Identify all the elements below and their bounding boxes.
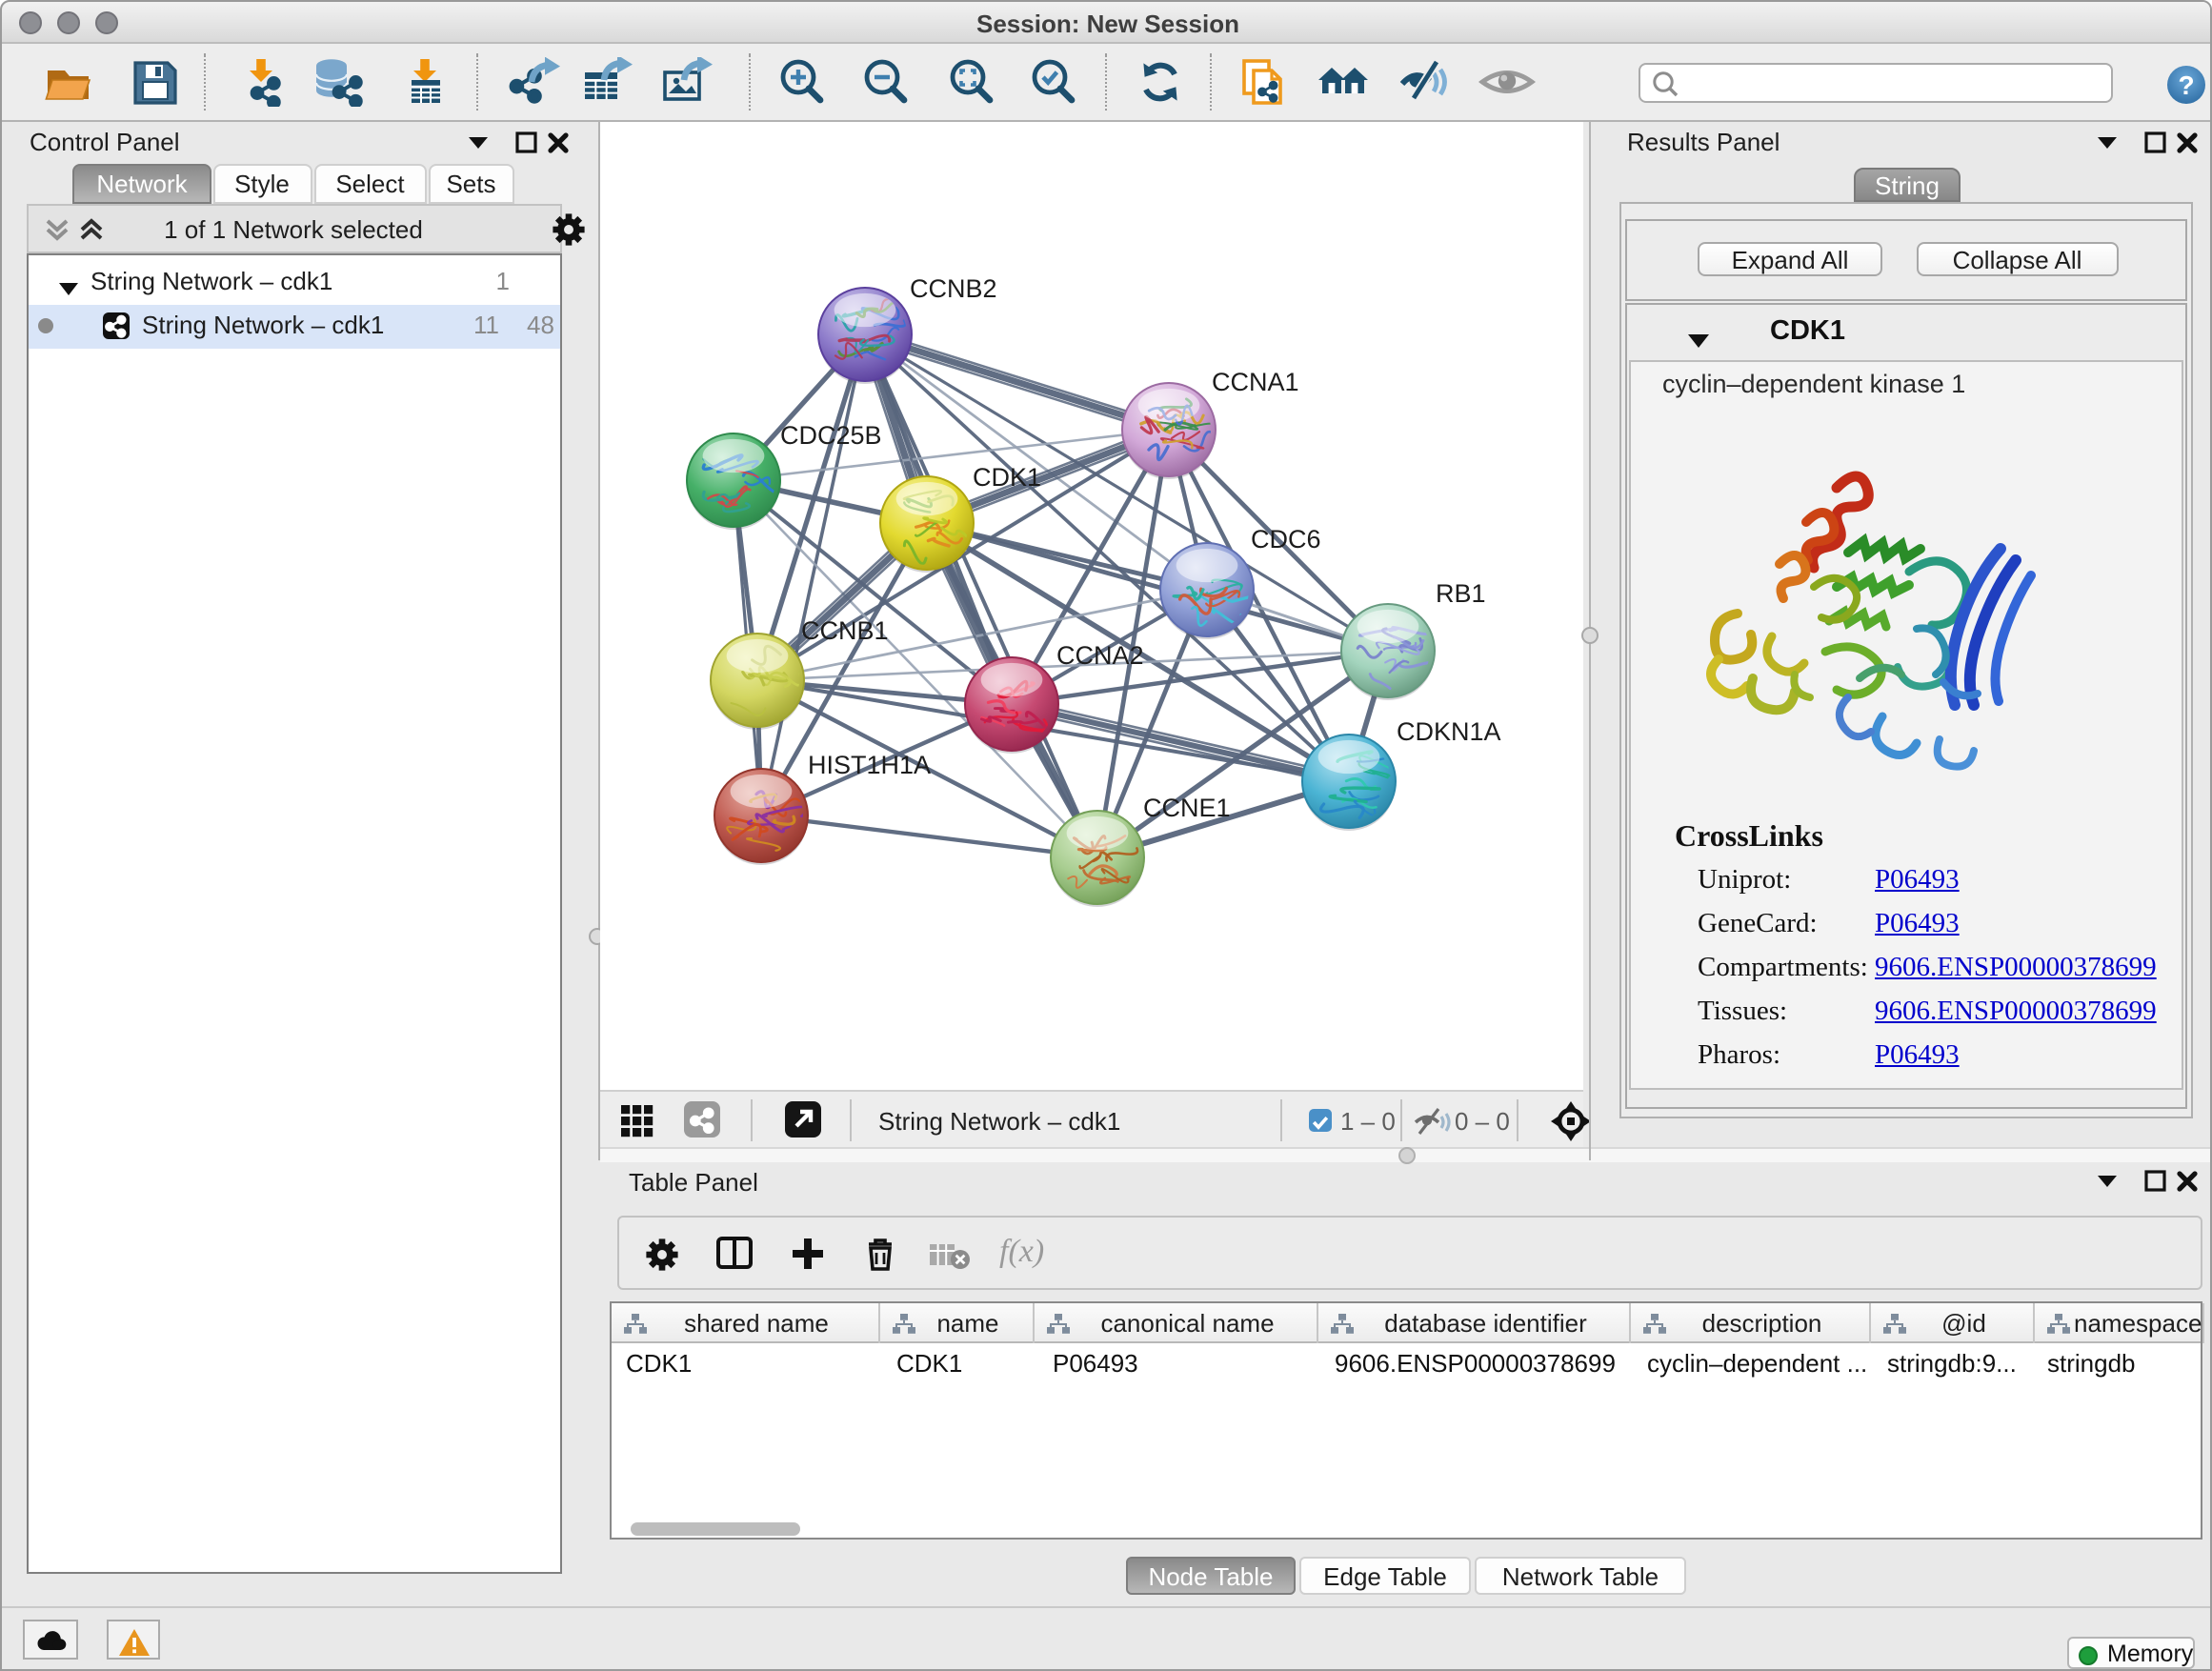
svg-text:CCNA1: CCNA1 <box>1211 368 1298 396</box>
svg-text:RB1: RB1 <box>1435 579 1485 608</box>
svg-text:CDK1: CDK1 <box>972 463 1040 492</box>
svg-text:HIST1H1A: HIST1H1A <box>807 751 930 779</box>
svg-text:CDC25B: CDC25B <box>779 421 881 450</box>
svg-text:CCNB1: CCNB1 <box>800 616 888 645</box>
svg-text:CCNB2: CCNB2 <box>909 274 996 303</box>
svg-text:CCNE1: CCNE1 <box>1142 794 1230 822</box>
svg-text:?: ? <box>2177 70 2193 99</box>
svg-text:CCNA2: CCNA2 <box>1056 641 1143 670</box>
svg-text:CDC6: CDC6 <box>1250 525 1320 554</box>
svg-text:CDKN1A: CDKN1A <box>1396 717 1500 746</box>
